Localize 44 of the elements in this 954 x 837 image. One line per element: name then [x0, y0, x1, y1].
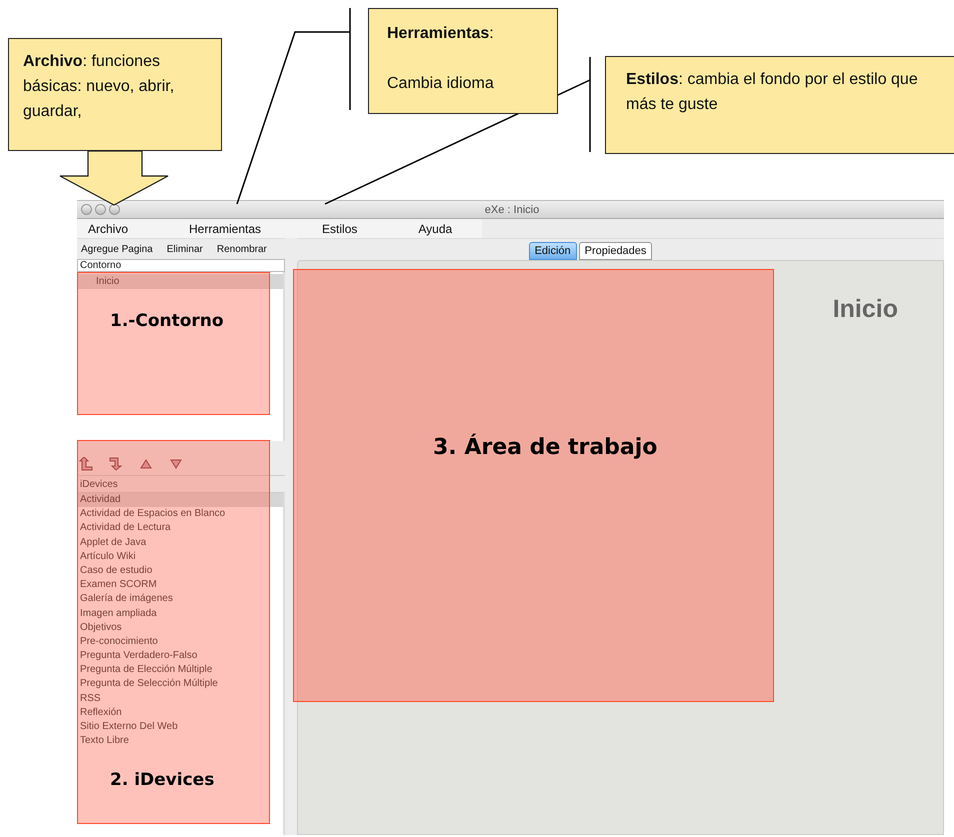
window-title: eXe : Inicio: [484, 204, 540, 216]
idevice-item[interactable]: Caso de estudio: [77, 564, 283, 578]
idevice-item[interactable]: Pregunta de Elección Múltiple: [77, 663, 283, 678]
region-label: 3. Área de trabajo: [433, 435, 658, 460]
idevice-item[interactable]: Reflexión: [77, 706, 283, 720]
outline-header: Contorno: [77, 259, 285, 272]
callout-text: Estilos: cambia el fondo por el estilo que más te guste: [626, 70, 919, 115]
callout-text: Herramientas:: [387, 24, 495, 44]
menu-item[interactable]: Archivo: [77, 222, 128, 236]
move-down-icon[interactable]: [169, 457, 183, 471]
callout-text: Cambia idioma: [387, 74, 495, 94]
tab[interactable]: Edición: [528, 242, 577, 260]
idevice-item[interactable]: Sitio Externo Del Web: [77, 720, 283, 734]
menu-item[interactable]: Estilos: [311, 222, 358, 236]
callout-text: Archivo: funciones básicas: nuevo, abrir, guardar,: [23, 52, 176, 122]
menu-item[interactable]: Ayuda: [407, 222, 452, 236]
idevice-item[interactable]: Actividad de Lectura: [77, 521, 283, 536]
idevice-item[interactable]: Texto Libre: [77, 734, 283, 748]
idevice-item[interactable]: Applet de Java: [77, 536, 283, 550]
idevice-item[interactable]: RSS: [77, 692, 283, 706]
idevice-item[interactable]: Galería de imágenes: [77, 592, 283, 606]
menu-item[interactable]: Herramientas: [178, 222, 262, 236]
window-control[interactable]: [109, 204, 120, 215]
region-label: 2. iDevices: [110, 770, 214, 790]
idevices-header: iDevices: [79, 478, 119, 492]
toolbar-button[interactable]: Agregue Pagina: [77, 244, 153, 254]
idevice-item[interactable]: Pregunta de Selección Múltiple: [77, 677, 283, 692]
idevice-item[interactable]: Pre-conocimiento: [77, 634, 283, 650]
region-label: 1.-Contorno: [110, 311, 224, 331]
idevice-item[interactable]: Actividad de Espacios en Blanco: [77, 507, 283, 522]
idevice-item[interactable]: Artículo Wiki: [77, 550, 283, 564]
idevice-item[interactable]: Pregunta Verdadero-Falso: [77, 649, 283, 664]
idevice-item[interactable]: Examen SCORM: [77, 578, 283, 592]
idevice-item[interactable]: Objetivos: [77, 620, 283, 635]
toolbar-button[interactable]: Renombrar: [212, 244, 267, 254]
toolbar-button[interactable]: Eliminar: [162, 244, 203, 254]
idevice-item[interactable]: Imagen ampliada: [77, 606, 283, 621]
demote-icon[interactable]: [109, 457, 123, 471]
move-up-icon[interactable]: [139, 457, 153, 471]
page-title: Inicio: [832, 295, 898, 325]
idevice-item[interactable]: Actividad: [77, 493, 283, 508]
tab[interactable]: Propiedades: [578, 242, 652, 260]
outline-item[interactable]: Inicio: [77, 274, 283, 289]
promote-icon[interactable]: [79, 457, 93, 471]
